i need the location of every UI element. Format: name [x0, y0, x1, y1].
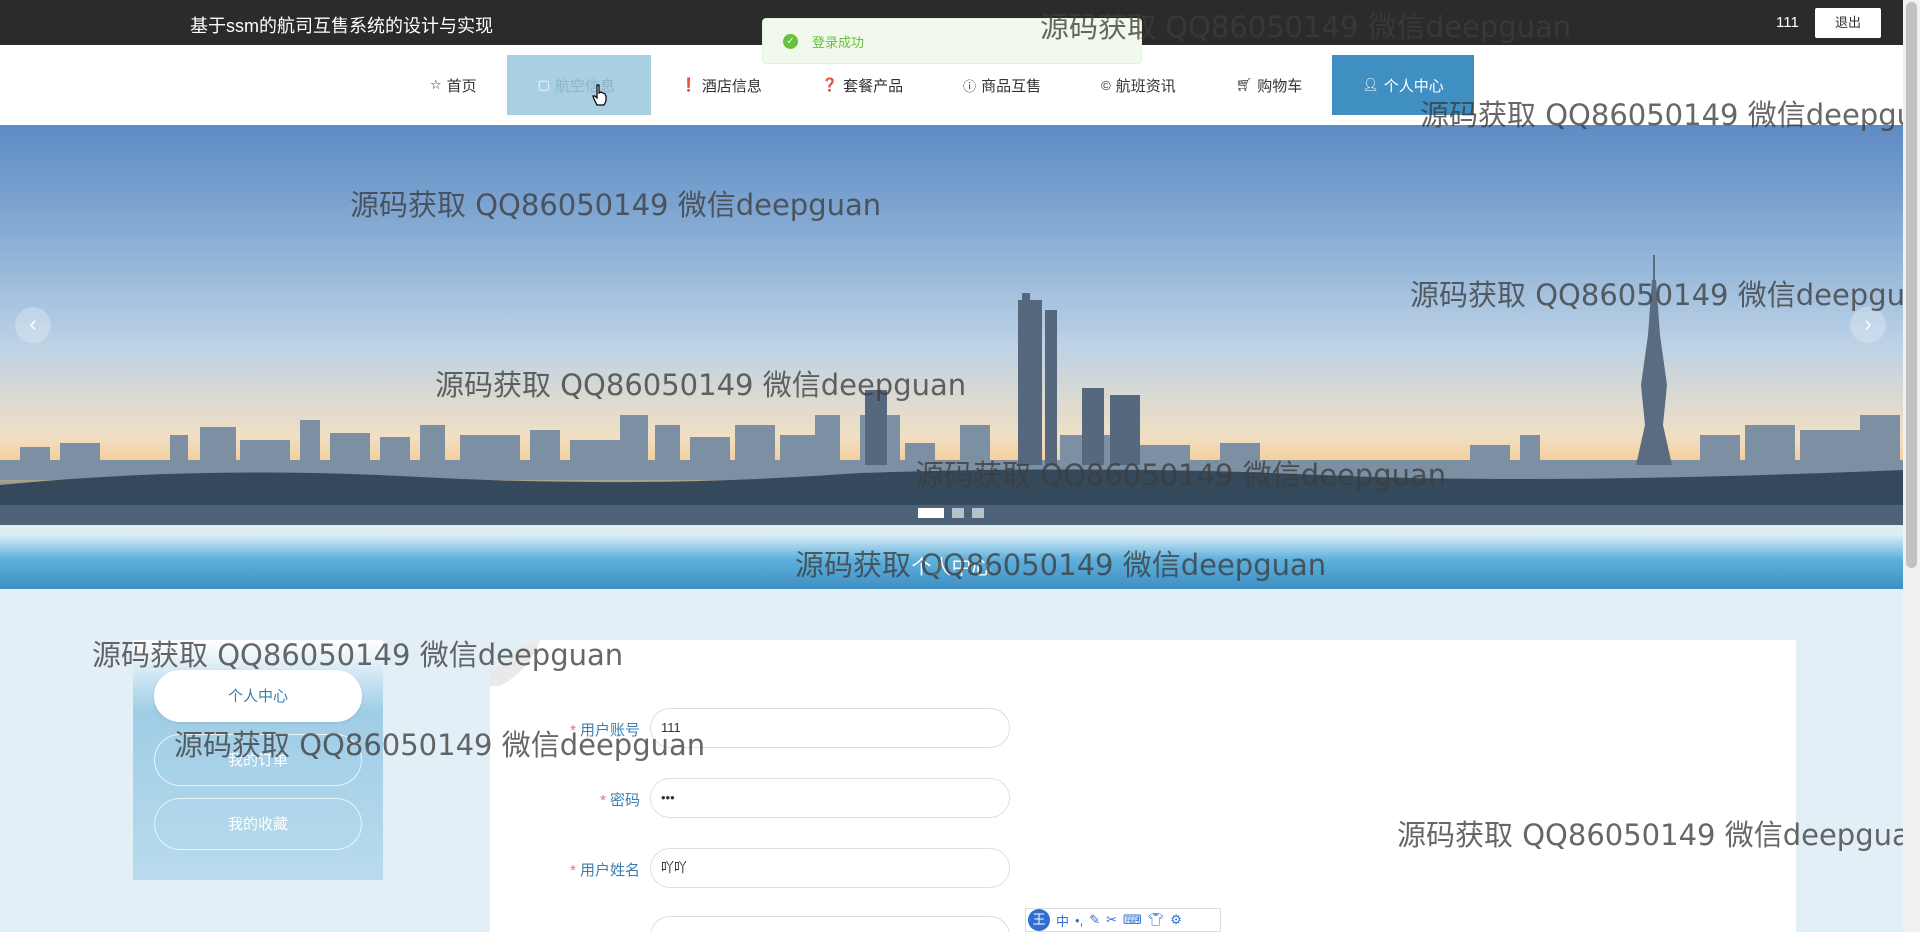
- copyright-icon: ©: [1101, 77, 1111, 93]
- ime-mode[interactable]: 中: [1056, 911, 1069, 930]
- banner-prev-button[interactable]: ‹: [15, 307, 51, 343]
- nav-label: 购物车: [1257, 77, 1303, 95]
- banner-carousel: ‹ ›: [0, 125, 1903, 525]
- form-row-name: * 用户姓名 吖吖: [490, 848, 1090, 888]
- sidebar: 个人中心 我的订单 我的收藏: [133, 640, 383, 880]
- nav-label: 商品互售: [981, 77, 1042, 95]
- section-title: 个人中心: [911, 557, 992, 579]
- nav-label: 航班资讯: [1115, 77, 1176, 95]
- main-nav: ☆ 首页 ▢ 航空信息 ❗ 酒店信息 ❓ 套餐产品 ⓘ 商品互售 © 航班资讯 …: [400, 55, 1474, 115]
- exclaim-icon: ❗: [680, 77, 697, 92]
- check-icon: ✓: [783, 33, 798, 49]
- nav-flight-news[interactable]: © 航班资讯: [1071, 55, 1206, 115]
- ime-logo-icon[interactable]: 王: [1028, 909, 1050, 931]
- name-field[interactable]: 吖吖: [650, 848, 1010, 888]
- form-row-next: [490, 916, 1090, 932]
- cart-icon: 🛒︎: [1235, 77, 1253, 92]
- password-label: * 密码: [600, 792, 640, 809]
- ime-skin-icon[interactable]: 👕︎: [1148, 912, 1165, 928]
- password-field[interactable]: •••: [650, 778, 1010, 818]
- banner-dot-1[interactable]: [918, 508, 944, 518]
- sidebar-item-my-favorites[interactable]: 我的收藏: [154, 798, 362, 850]
- nav-package-products[interactable]: ❓ 套餐产品: [792, 55, 933, 115]
- question-icon: ❓: [821, 77, 839, 92]
- form-row-account: * 用户账号 111: [490, 708, 1090, 748]
- star-icon: ☆: [430, 77, 442, 92]
- banner-next-button[interactable]: ›: [1850, 307, 1886, 343]
- sidebar-item-my-orders[interactable]: 我的订单: [154, 734, 362, 786]
- nav-cart[interactable]: 🛒︎ 购物车: [1206, 55, 1333, 115]
- nav-label: 套餐产品: [843, 77, 904, 95]
- nav-personal-center[interactable]: 👤︎ 个人中心: [1332, 55, 1474, 115]
- page-scrollbar[interactable]: [1903, 0, 1920, 932]
- ime-settings-icon[interactable]: ⚙: [1170, 912, 1182, 928]
- name-label: * 用户姓名: [570, 862, 640, 879]
- logout-button[interactable]: 退出: [1815, 8, 1881, 38]
- banner-dot-2[interactable]: [952, 508, 964, 518]
- banner-dot-3[interactable]: [972, 508, 984, 518]
- info-icon: ⓘ: [963, 78, 977, 94]
- square-icon: ▢: [537, 77, 550, 92]
- banner-dots: [918, 508, 984, 518]
- ime-pen-icon[interactable]: ✎: [1089, 912, 1100, 928]
- account-field[interactable]: 111: [650, 708, 1010, 748]
- sidebar-item-personal-center[interactable]: 个人中心: [154, 670, 362, 722]
- ime-keyboard-icon[interactable]: ⌨: [1123, 912, 1142, 928]
- login-success-toast: ✓ 登录成功: [762, 18, 1142, 64]
- next-field[interactable]: [650, 916, 1010, 932]
- account-label: * 用户账号: [570, 722, 640, 739]
- form-row-password: * 密码 •••: [490, 778, 1090, 818]
- page-fold-decoration: [490, 640, 540, 686]
- scrollbar-thumb[interactable]: [1906, 2, 1917, 568]
- section-title-bar: 个人中心: [0, 535, 1903, 589]
- ime-punct-icon[interactable]: •,: [1075, 913, 1083, 928]
- ime-scissors-icon[interactable]: ✂: [1106, 912, 1117, 928]
- site-title: 基于ssm的航司互售系统的设计与实现: [190, 16, 493, 36]
- nav-product-resale[interactable]: ⓘ 商品互售: [933, 55, 1071, 115]
- nav-label: 个人中心: [1383, 77, 1444, 95]
- nav-flight-info[interactable]: ▢ 航空信息: [506, 55, 651, 115]
- nav-label: 首页: [446, 77, 477, 95]
- nav-hotel-info[interactable]: ❗ 酒店信息: [651, 55, 792, 115]
- username: 111: [1776, 14, 1799, 31]
- nav-home[interactable]: ☆ 首页: [400, 55, 507, 115]
- toast-message: 登录成功: [812, 34, 865, 50]
- ime-toolbar[interactable]: 王 中 •, ✎ ✂ ⌨ 👕︎ ⚙: [1025, 908, 1221, 932]
- city-skyline-image: [0, 255, 1903, 525]
- user-icon: 👤︎: [1362, 77, 1379, 92]
- hand-cursor-icon: [592, 84, 607, 106]
- nav-label: 酒店信息: [701, 77, 762, 95]
